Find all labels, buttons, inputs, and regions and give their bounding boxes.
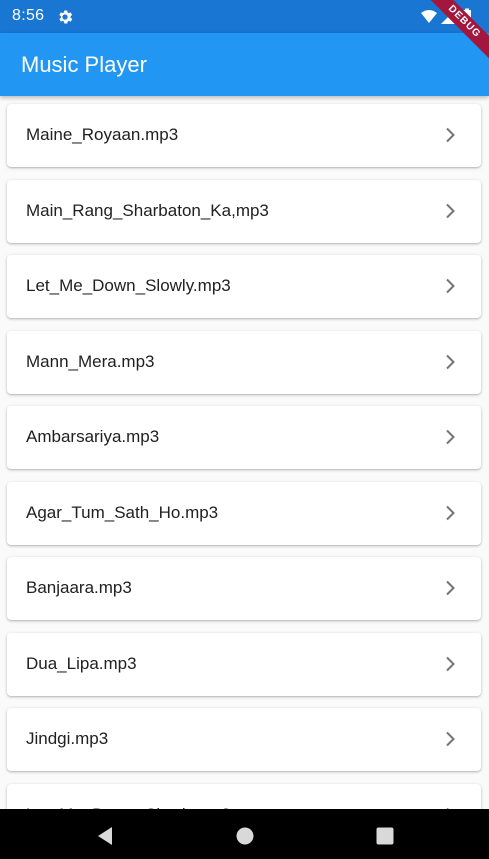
chevron-right-icon xyxy=(446,203,455,218)
app-title: Music Player xyxy=(21,52,147,77)
chevron-right-icon xyxy=(446,278,455,294)
song-list-item[interactable]: Dua_Lipa.mp3 xyxy=(7,632,481,696)
song-list-item[interactable]: Mann_Mera.mp3 xyxy=(7,330,481,394)
song-list-item[interactable]: Ambarsariya.mp3 xyxy=(7,406,481,469)
song-list-item[interactable]: Agar_Tum_Sath_Ho.mp3 xyxy=(7,481,481,545)
status-bar: 8:56 xyxy=(0,0,489,33)
chevron-right-icon xyxy=(446,505,455,520)
song-title: Let_Me_Down_Slowly.mp3 xyxy=(26,276,231,295)
song-list-item[interactable]: Main_Rang_Sharbaton_Ka,mp3 xyxy=(7,179,481,243)
song-list[interactable]: Maine_Royaan.mp3 Main_Rang_Sharbaton_Ka,m… xyxy=(0,96,489,809)
wifi-icon xyxy=(421,10,437,23)
chevron-right-icon xyxy=(446,580,455,596)
app-bar: Music Player xyxy=(0,33,489,96)
song-title: Agar_Tum_Sath_Ho.mp3 xyxy=(26,502,219,522)
song-title: Main_Rang_Sharbaton_Ka,mp3 xyxy=(26,200,269,220)
chevron-right-icon xyxy=(446,429,455,445)
song-list-item[interactable]: Jindgi.mp3 xyxy=(7,708,481,771)
song-list-item[interactable]: Let_Me_Down_Slowly.mp3 xyxy=(7,783,481,809)
song-title: Jindgi.mp3 xyxy=(26,729,109,748)
song-list-item[interactable]: Banjaara.mp3 xyxy=(7,557,481,620)
song-title: Banjaara.mp3 xyxy=(26,578,132,597)
recents-icon[interactable] xyxy=(374,825,396,847)
back-icon[interactable] xyxy=(94,825,116,847)
status-time: 8:56 xyxy=(12,7,45,24)
settings-icon xyxy=(59,10,73,24)
song-title: Maine_Royaan.mp3 xyxy=(26,125,179,144)
navigation-bar xyxy=(0,809,489,859)
chevron-right-icon xyxy=(446,731,455,747)
song-title: Mann_Mera.mp3 xyxy=(26,351,155,371)
song-title: Dua_Lipa.mp3 xyxy=(26,653,137,673)
song-title: Ambarsariya.mp3 xyxy=(26,427,160,446)
song-list-item[interactable]: Let_Me_Down_Slowly.mp3 xyxy=(7,255,481,318)
chevron-right-icon xyxy=(446,127,455,143)
song-list-item[interactable]: Maine_Royaan.mp3 xyxy=(7,104,481,167)
chevron-right-icon xyxy=(446,354,455,369)
chevron-right-icon xyxy=(446,656,455,671)
home-icon[interactable] xyxy=(234,825,256,847)
